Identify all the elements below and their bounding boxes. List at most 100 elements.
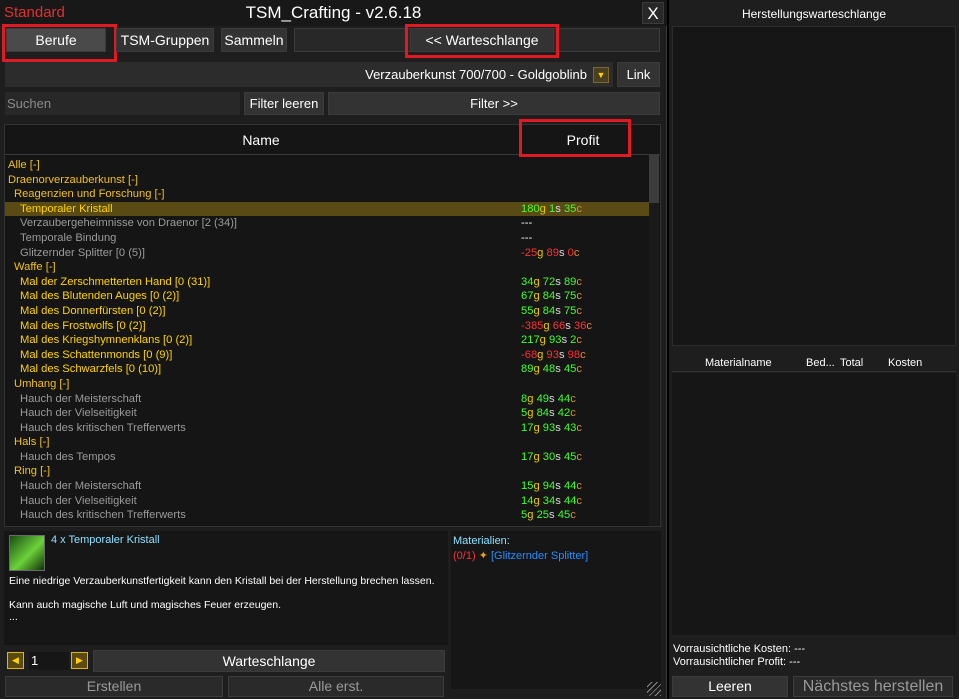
dropdown-arrow-icon[interactable]: ▼ xyxy=(593,67,609,83)
column-total[interactable]: Total xyxy=(840,357,863,369)
currency-s-icon: s xyxy=(555,480,561,493)
row-label: Mal des Donnerfürsten [0 (2)] xyxy=(20,304,166,317)
recipe-row[interactable]: Mal des Blutenden Auges [0 (2)] 67g 84s 7… xyxy=(5,289,650,304)
recipe-row[interactable]: Hauch der Vielseitigkeit 14g 34s 44c xyxy=(5,494,650,509)
category-row[interactable]: Hals [-] xyxy=(5,435,650,450)
recipe-row[interactable]: Mal des Schwarzfels [0 (10)] 89g 48s 45c xyxy=(5,362,650,377)
category-row[interactable]: Reagenzien und Forschung [-] xyxy=(5,187,650,202)
material-link[interactable]: [Glitzernder Splitter] xyxy=(491,550,588,562)
profession-selector[interactable]: Verzauberkunst 700/700 - Goldgoblinb ▼ xyxy=(5,62,613,87)
title-bar[interactable]: Standard TSM_Crafting - v2.6.18 X xyxy=(0,0,667,26)
recipe-row[interactable]: Hauch des kritischen Trefferwerts 17g 93s… xyxy=(5,421,650,436)
scrollbar[interactable] xyxy=(649,155,659,526)
row-profit: 5g 25s 45c xyxy=(521,508,576,523)
column-name[interactable]: Name xyxy=(5,132,517,148)
row-label: Temporaler Kristall xyxy=(20,202,113,215)
quantity-input[interactable]: 1 xyxy=(29,652,69,670)
row-label: Draenorverzauberkunst [-] xyxy=(8,173,138,186)
recipe-row[interactable]: Hauch der Vielseitigkeit 5g 84s 42c xyxy=(5,406,650,421)
materials-list[interactable] xyxy=(672,373,956,635)
recipe-row[interactable]: Hauch des kritischen Trefferwerts 5g 25s … xyxy=(5,508,650,523)
recipe-row[interactable]: Mal des Schattenmonds [0 (9)] -68g 93s 98… xyxy=(5,348,650,363)
category-row[interactable]: Umhang [-] xyxy=(5,377,650,392)
currency-g-icon: g xyxy=(533,421,540,434)
recipe-title[interactable]: 4 x Temporaler Kristall xyxy=(51,534,160,546)
currency-g-icon: g xyxy=(533,450,540,463)
currency-c-icon: c xyxy=(576,202,582,215)
currency-g-icon: g xyxy=(533,290,540,303)
estimated-profit: Vorrausichtlicher Profit: --- xyxy=(673,656,801,668)
queue-panel: Herstellungswarteschlange Materialname B… xyxy=(669,0,959,699)
resize-grip-icon[interactable] xyxy=(647,682,661,696)
create-all-button[interactable]: Alle erst. xyxy=(228,676,444,697)
arrow-left-icon[interactable]: ◀ xyxy=(7,652,24,669)
profit-c-value: 75 xyxy=(563,290,577,303)
row-label: Waffe [-] xyxy=(14,261,56,274)
profit-c-value: 45 xyxy=(563,450,577,463)
currency-c-icon: c xyxy=(576,494,582,507)
row-profit: 17g 30s 45c xyxy=(521,450,582,465)
craft-next-button[interactable]: Nächstes herstellen xyxy=(793,676,953,697)
materials-panel: Materialien: (0/1) ✦ [Glitzernder Splitt… xyxy=(451,531,661,689)
currency-s-icon: s xyxy=(558,348,565,361)
currency-c-icon: c xyxy=(576,290,582,303)
crystal-item-icon[interactable] xyxy=(9,535,45,571)
search-input[interactable] xyxy=(5,92,240,115)
currency-c-icon: c xyxy=(576,421,582,434)
row-label: Hauch der Vielseitigkeit xyxy=(20,494,137,507)
category-row[interactable]: Waffe [-] xyxy=(5,260,650,275)
profit-c-value: 35 xyxy=(563,202,577,215)
category-row[interactable]: Alle [-] xyxy=(5,158,650,173)
create-button[interactable]: Erstellen xyxy=(5,676,223,697)
row-label: Mal des Kriegshymnenklans [0 (2)] xyxy=(20,334,193,347)
tab-sammeln[interactable]: Sammeln xyxy=(221,28,287,52)
row-label: Hauch der Vielseitigkeit xyxy=(20,407,137,420)
filter-clear-button[interactable]: Filter leeren xyxy=(244,92,324,115)
currency-s-icon: s xyxy=(555,290,561,303)
profit-s-value: 84 xyxy=(536,407,550,420)
recipe-row[interactable]: Mal des Kriegshymnenklans [0 (2)] 217g 93… xyxy=(5,333,650,348)
profit-c-value: 44 xyxy=(563,480,577,493)
description-line: Kann auch magische Luft und magisches Fe… xyxy=(9,599,282,611)
queue-button[interactable]: Warteschlange xyxy=(93,650,445,672)
category-row[interactable]: Ring [-] xyxy=(5,464,650,479)
category-row[interactable]: Draenorverzauberkunst [-] xyxy=(5,173,650,188)
tab-tsm-gruppen[interactable]: TSM-Gruppen xyxy=(116,28,214,52)
recipe-row[interactable]: Temporale Bindung --- xyxy=(5,231,650,246)
material-count: (0/1) xyxy=(453,550,476,562)
currency-s-icon: s xyxy=(561,334,568,347)
profit-s-value: 89 xyxy=(546,246,559,259)
row-label: Hauch der Meisterschaft xyxy=(20,392,142,405)
column-profit[interactable]: Profit xyxy=(520,132,646,148)
link-button[interactable]: Link xyxy=(617,62,660,87)
row-profit: --- xyxy=(521,231,532,246)
recipe-row[interactable]: Mal der Zerschmetterten Hand [0 (31)] 34g… xyxy=(5,275,650,290)
recipe-row[interactable]: Hauch der Meisterschaft 8g 49s 44c xyxy=(5,392,650,407)
recipe-row[interactable]: Hauch der Meisterschaft 15g 94s 44c xyxy=(5,479,650,494)
profit-s-value: 25 xyxy=(536,509,550,522)
recipe-row[interactable]: Mal des Frostwolfs [0 (2)] -385g 66s 36c xyxy=(5,319,650,334)
queue-toggle-button[interactable]: << Warteschlange xyxy=(410,28,554,52)
close-button[interactable]: X xyxy=(642,2,664,24)
queue-list[interactable] xyxy=(672,26,956,346)
column-needed[interactable]: Bed... xyxy=(806,357,835,369)
recipe-row[interactable]: Verzaubergeheimnisse von Draenor [2 (34)… xyxy=(5,216,650,231)
currency-c-icon: c xyxy=(573,246,580,259)
profit-s-value: 48 xyxy=(542,363,556,376)
material-row[interactable]: (0/1) ✦ [Glitzernder Splitter] xyxy=(453,549,588,562)
recipe-row[interactable]: Hauch des Tempos 17g 30s 45c xyxy=(5,450,650,465)
recipe-row[interactable]: Glitzernder Splitter [0 (5)] -25g 89s 0c xyxy=(5,246,650,261)
column-cost[interactable]: Kosten xyxy=(888,357,922,369)
scroll-thumb[interactable] xyxy=(649,155,659,203)
recipe-row[interactable]: Mal des Donnerfürsten [0 (2)] 55g 84s 75c xyxy=(5,304,650,319)
column-material-name[interactable]: Materialname xyxy=(705,357,772,369)
filter-button[interactable]: Filter >> xyxy=(328,92,660,115)
clear-queue-button[interactable]: Leeren xyxy=(672,676,788,697)
recipe-row[interactable]: Temporaler Kristall 180g 1s 35c xyxy=(5,201,650,217)
profit-c-value: 45 xyxy=(557,509,571,522)
tab-berufe[interactable]: Berufe xyxy=(6,28,106,52)
crafting-window: Standard TSM_Crafting - v2.6.18 X Berufe… xyxy=(0,0,667,699)
row-profit: 17g 93s 43c xyxy=(521,421,582,436)
arrow-right-icon[interactable]: ▶ xyxy=(71,652,88,669)
profit-g-value: 17 xyxy=(521,450,534,463)
